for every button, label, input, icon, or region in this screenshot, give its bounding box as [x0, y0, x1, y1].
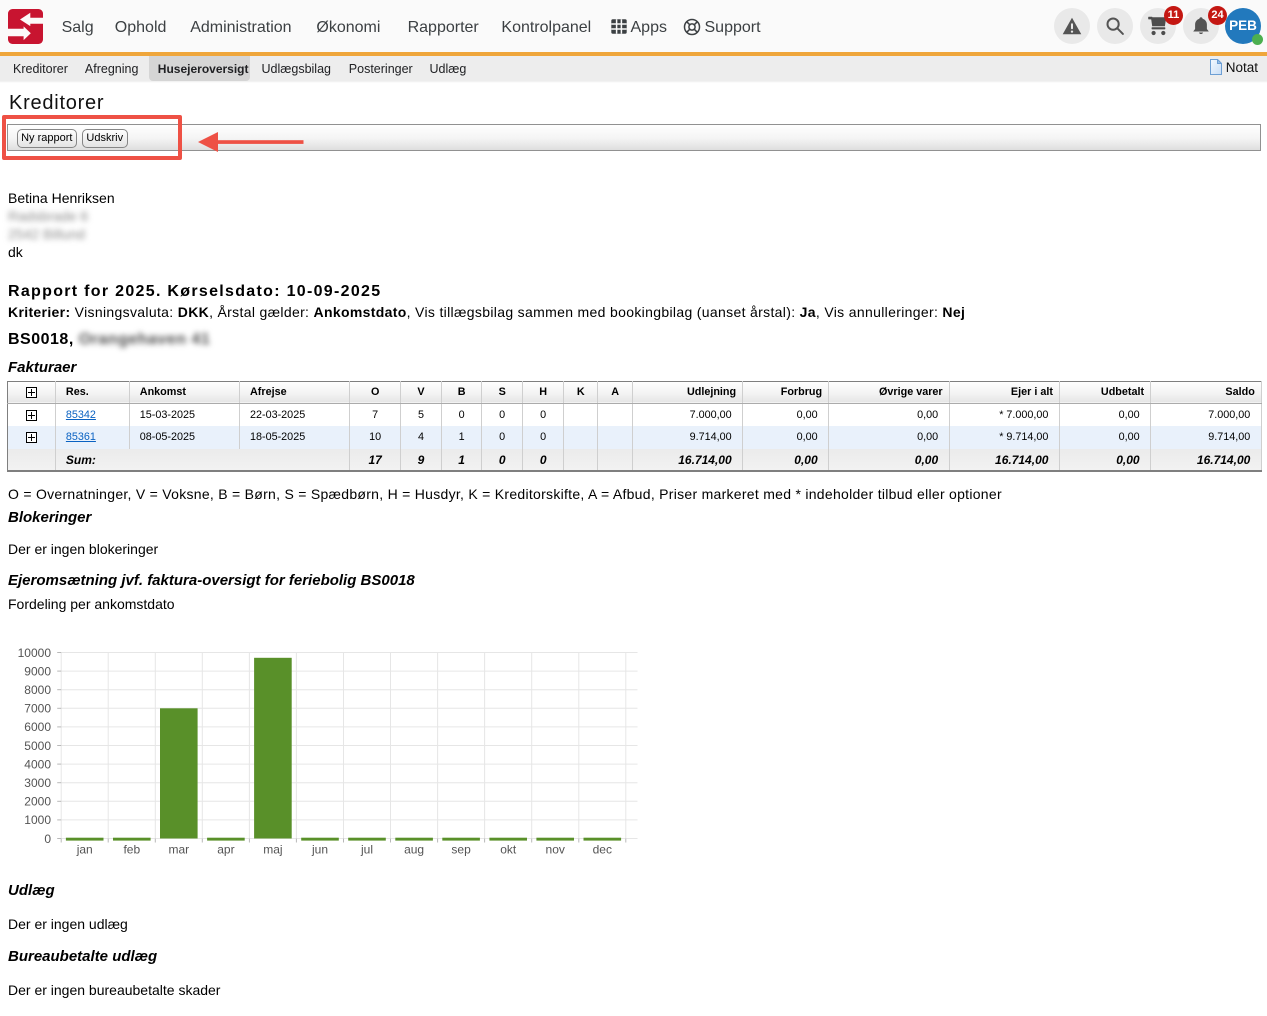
svg-text:7000: 7000 — [24, 702, 51, 716]
svg-text:0: 0 — [44, 832, 51, 846]
svg-text:aug: aug — [404, 843, 424, 857]
svg-text:jan: jan — [76, 843, 93, 857]
svg-text:dec: dec — [593, 843, 612, 857]
svg-text:8000: 8000 — [24, 683, 51, 697]
svg-text:4000: 4000 — [24, 757, 51, 771]
svg-text:sep: sep — [451, 843, 471, 857]
svg-text:10000: 10000 — [18, 646, 52, 660]
svg-text:apr: apr — [217, 843, 234, 857]
svg-text:mar: mar — [168, 843, 189, 857]
svg-text:1000: 1000 — [24, 813, 51, 827]
svg-text:jul: jul — [360, 843, 373, 857]
svg-text:3000: 3000 — [24, 776, 51, 790]
svg-text:okt: okt — [500, 843, 517, 857]
svg-text:2000: 2000 — [24, 795, 51, 809]
svg-text:nov: nov — [546, 843, 565, 857]
svg-text:feb: feb — [123, 843, 140, 857]
svg-text:jun: jun — [311, 843, 328, 857]
svg-text:9000: 9000 — [24, 664, 51, 678]
svg-text:6000: 6000 — [24, 720, 51, 734]
svg-text:5000: 5000 — [24, 739, 51, 753]
svg-text:maj: maj — [263, 843, 282, 857]
